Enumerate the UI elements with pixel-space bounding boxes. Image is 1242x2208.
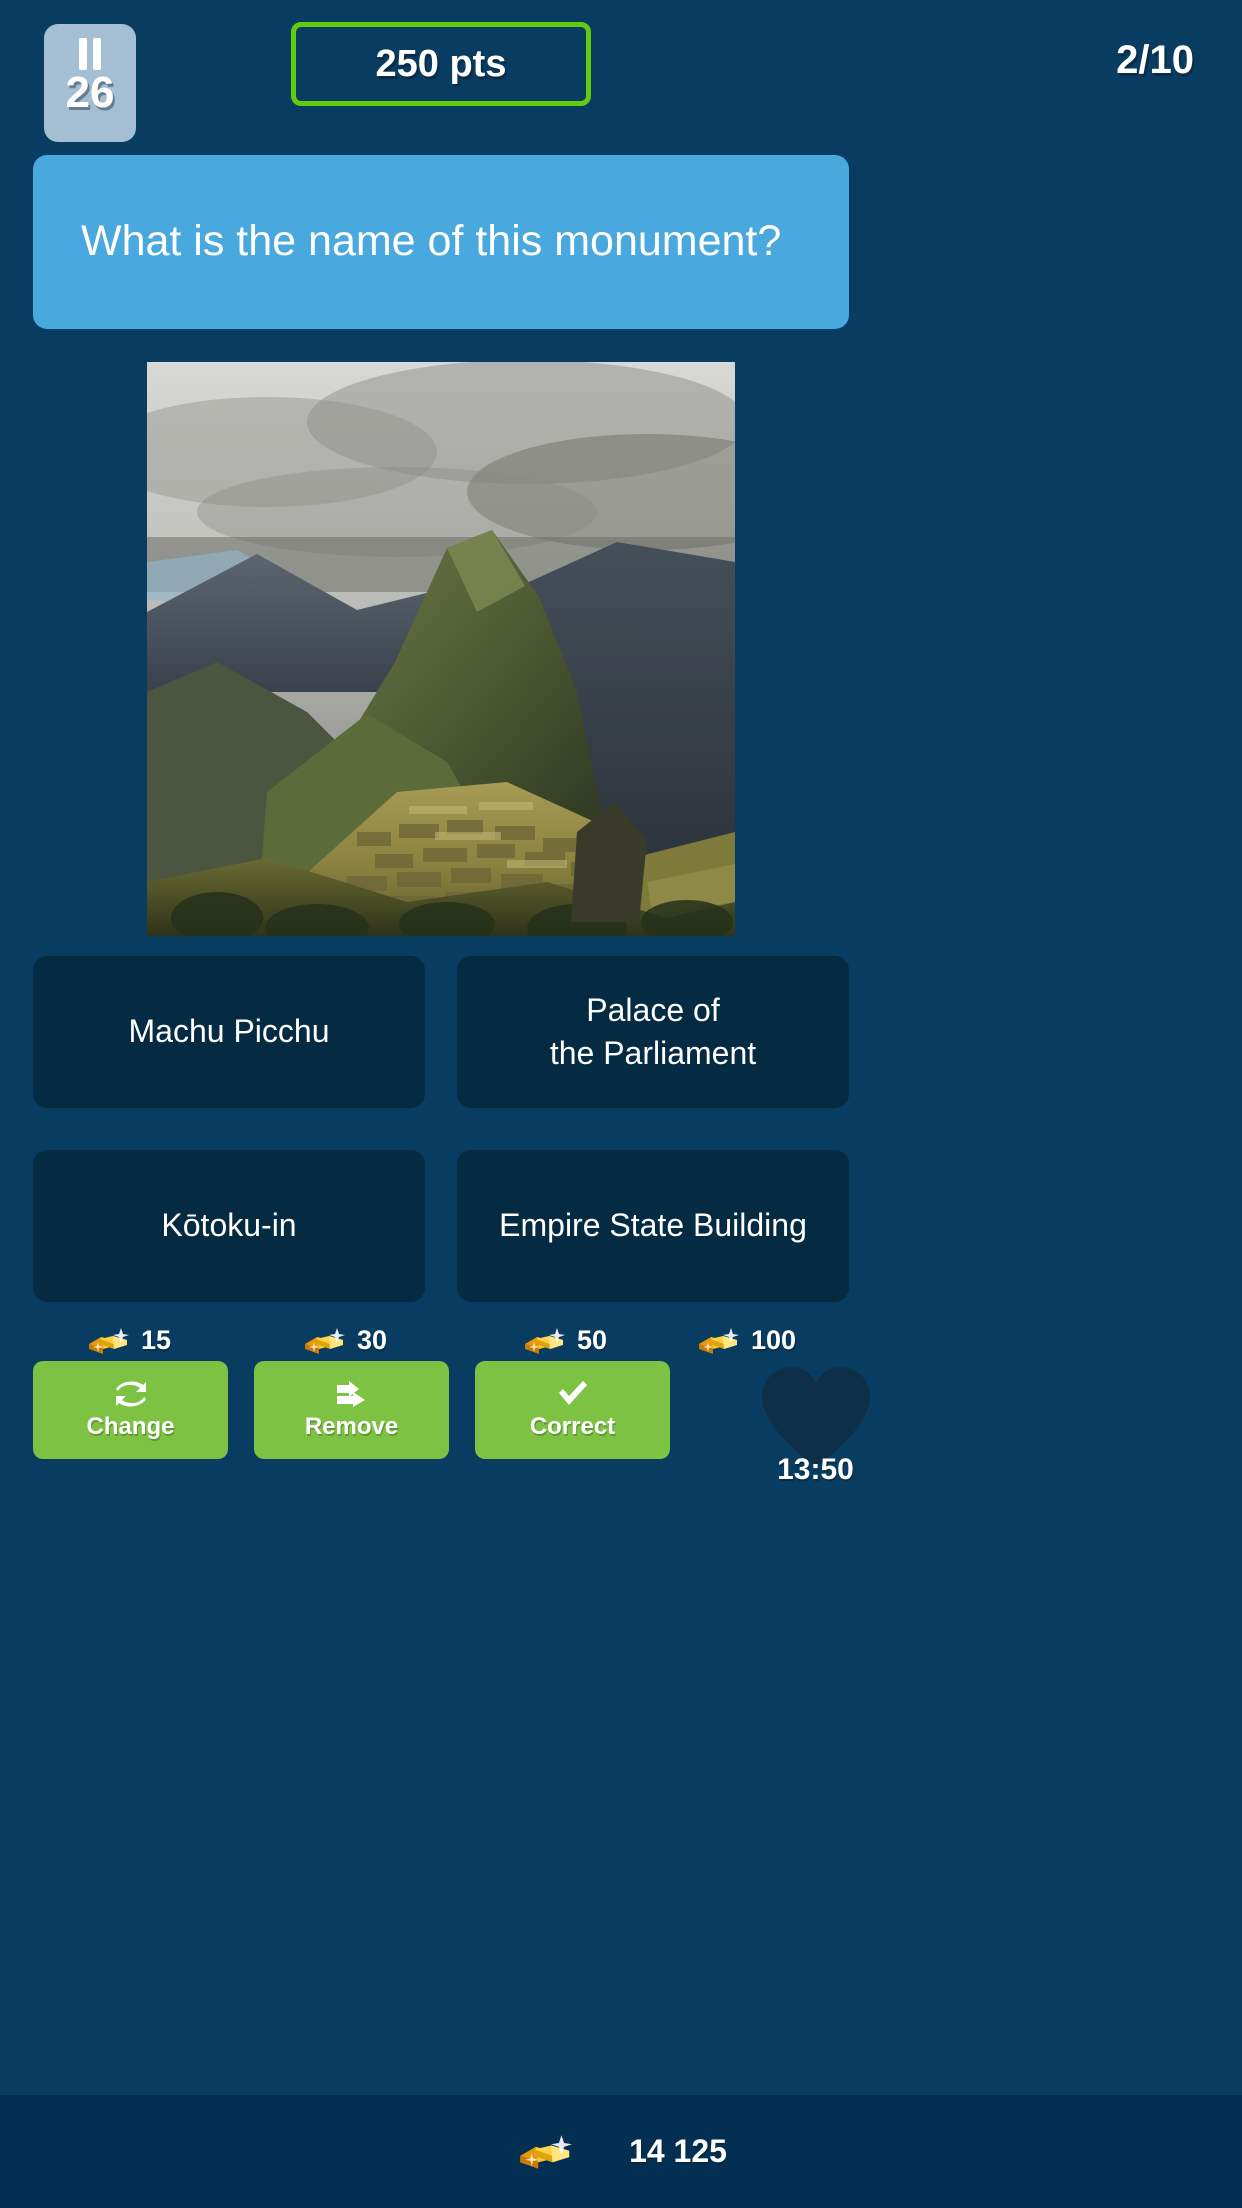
powerup-remove-button[interactable]: Remove [254,1361,449,1459]
machu-picchu-photo [147,362,735,936]
pause-count-label: 26 [65,68,115,117]
answer-option-2-label: Palace of the Parliament [549,991,757,1071]
gold-total-label: 14 125 [629,2133,727,2169]
extra-life-cost: 100 [695,1325,796,1356]
powerup-remove-cost: 30 [301,1325,387,1356]
gold-bars-icon [301,1326,349,1356]
answer-option-3-label: Kōtoku-in [161,1207,297,1244]
gold-bars-icon [521,1326,569,1356]
extra-life-button[interactable]: 13:50 [733,1355,898,1495]
question-text: What is the name of this monument? [81,217,782,266]
answer-option-4-label: Empire State Building [499,1207,807,1244]
extra-life-timer-label: 13:50 [777,1453,854,1486]
swap-icon [113,1379,149,1409]
answer-grid: Machu Picchu Palace of the Parliament Kō… [33,956,849,1302]
pause-icon [77,38,103,70]
powerup-correct-cost: 50 [521,1325,607,1356]
points-label: 250 pts [375,42,507,85]
question-progress-label: 2/10 [1116,38,1194,82]
powerup-change-cost: 15 [85,1325,171,1356]
powerup-correct-label: Correct [529,1413,616,1440]
answer-option-4[interactable]: Empire State Building [457,1150,849,1302]
extra-life-cost-label: 100 [751,1325,797,1355]
currency-bar[interactable]: 14 125 [0,2095,1242,2208]
powerup-bar: Change Remove Correct 15 30 50 100 13:50 [33,1325,1209,1495]
header-bar: 26 250 pts 2/10 [0,0,1242,148]
powerup-change-cost-label: 15 [141,1325,172,1355]
pause-button[interactable]: 26 [44,24,136,142]
quiz-game-screen: 26 250 pts 2/10 What is the name of this… [0,0,1242,2208]
gold-bars-icon [85,1326,133,1356]
powerup-correct-button[interactable]: Correct [475,1361,670,1459]
question-banner: What is the name of this monument? [33,155,849,329]
powerup-remove-cost-label: 30 [357,1325,388,1355]
powerup-remove-label: Remove [304,1413,399,1440]
gold-bars-icon [515,2132,577,2172]
answer-option-1-label: Machu Picchu [128,1013,330,1050]
powerup-change-label: Change [86,1413,175,1440]
gold-bars-icon [695,1326,743,1356]
powerup-correct-cost-label: 50 [577,1325,608,1355]
double-arrow-right-icon [335,1379,369,1409]
answer-option-1[interactable]: Machu Picchu [33,956,425,1108]
answer-option-2[interactable]: Palace of the Parliament [457,956,849,1108]
powerup-change-button[interactable]: Change [33,1361,228,1459]
checkmark-icon [556,1379,590,1409]
points-badge: 250 pts [291,22,591,106]
answer-option-3[interactable]: Kōtoku-in [33,1150,425,1302]
